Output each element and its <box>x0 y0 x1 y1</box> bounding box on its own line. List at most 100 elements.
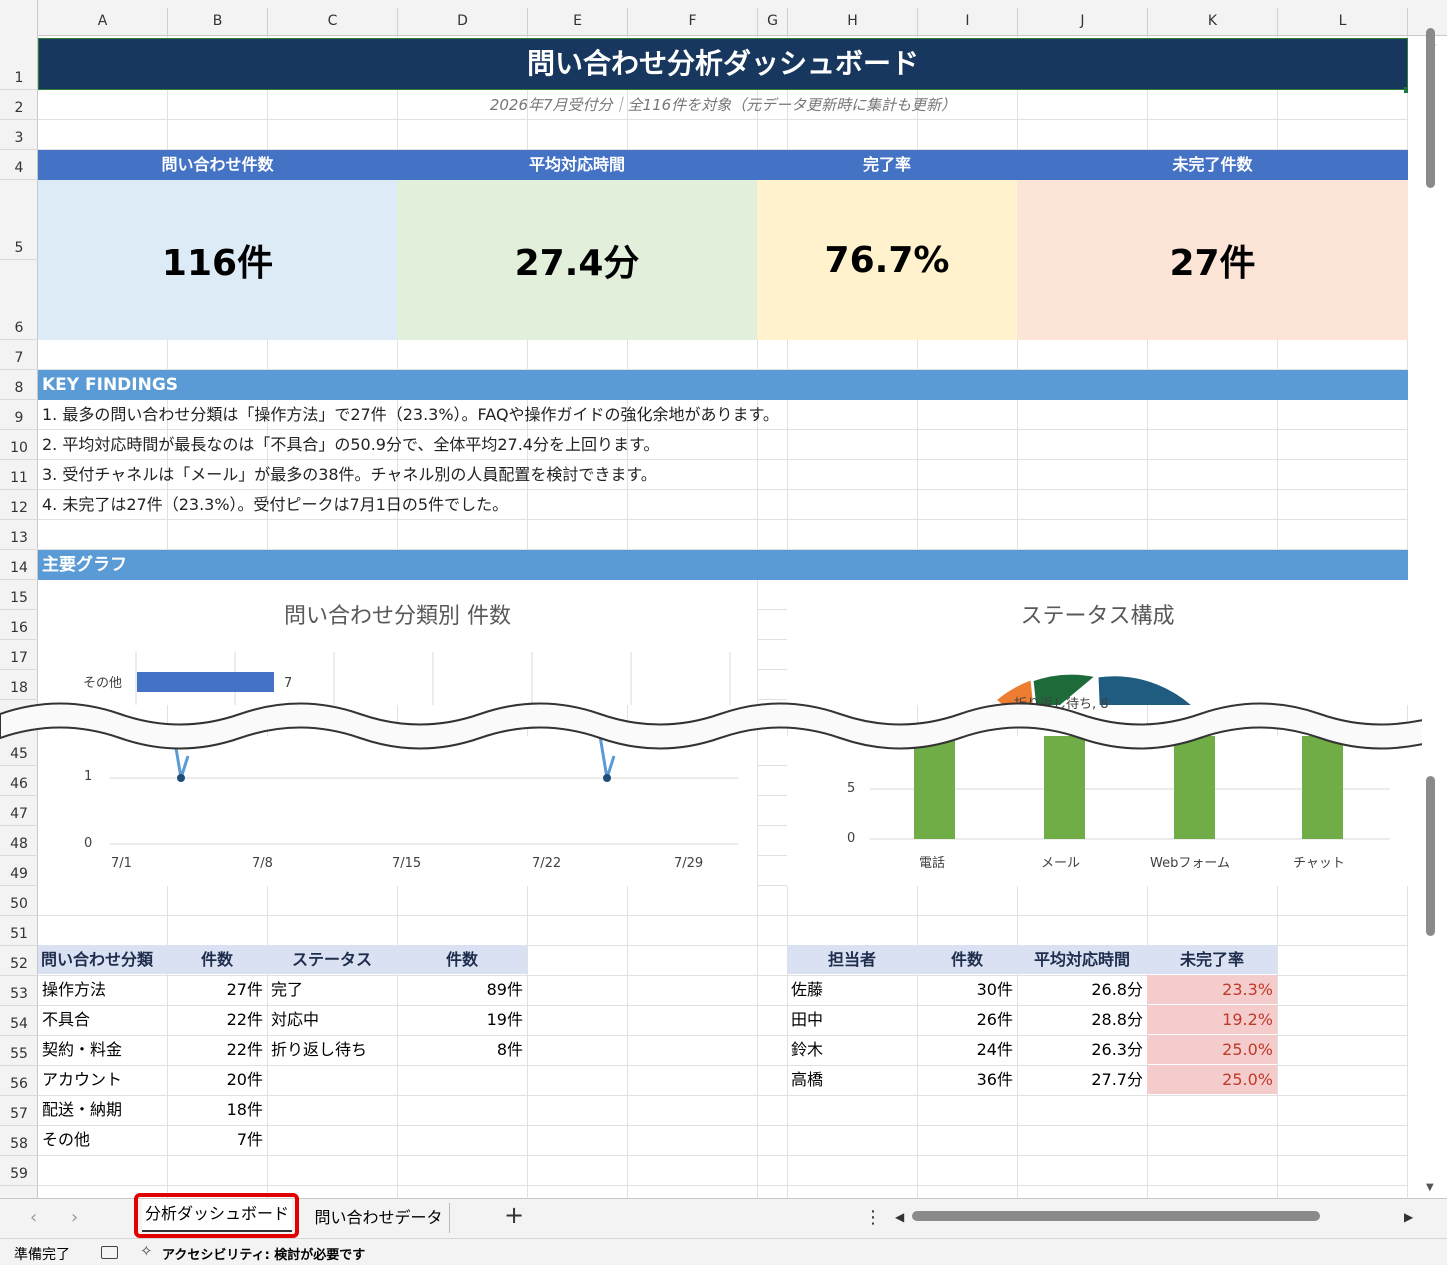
column-header-f[interactable]: F <box>628 8 758 36</box>
category-count-cell[interactable]: 22件 <box>167 1035 267 1064</box>
row-header-55[interactable]: 55 <box>0 1036 38 1066</box>
category-cell[interactable]: その他 <box>38 1125 167 1154</box>
category-cell[interactable]: アカウント <box>38 1065 167 1094</box>
column-header-g[interactable]: G <box>758 8 788 36</box>
row-header-16[interactable]: 16 <box>0 610 38 640</box>
accessibility-icon[interactable]: ✧ <box>140 1242 153 1260</box>
chevron-left-icon[interactable]: ‹ <box>30 1207 37 1228</box>
row-header-52[interactable]: 52 <box>0 946 38 976</box>
status-cell[interactable]: 対応中 <box>267 1005 397 1034</box>
row-header-57[interactable]: 57 <box>0 1096 38 1126</box>
select-all-corner[interactable] <box>0 0 38 36</box>
owner-cell[interactable]: 鈴木 <box>787 1035 917 1064</box>
scroll-thumb-bottom[interactable] <box>1426 776 1435 936</box>
row-header-13[interactable]: 13 <box>0 520 38 550</box>
column-header-k[interactable]: K <box>1148 8 1278 36</box>
scroll-right-icon[interactable]: ▶ <box>1404 1210 1413 1224</box>
category-count-cell[interactable]: 27件 <box>167 975 267 1004</box>
column-header-a[interactable]: A <box>38 8 168 36</box>
owner-incomplete-rate-cell[interactable]: 19.2% <box>1147 1005 1277 1034</box>
column-header-h[interactable]: H <box>788 8 918 36</box>
row-header-2[interactable]: 2 <box>0 90 38 120</box>
row-header-7[interactable]: 7 <box>0 340 38 370</box>
row-header-6[interactable]: 6 <box>0 260 38 340</box>
row-header-9[interactable]: 9 <box>0 400 38 430</box>
scroll-thumb-top[interactable] <box>1426 28 1435 188</box>
status-cell[interactable]: 折り返し待ち <box>267 1035 397 1064</box>
status-accessibility[interactable]: アクセシビリティ: 検討が必要です <box>162 1244 365 1263</box>
sheet-break-indicator <box>0 702 1447 750</box>
category-chart-top[interactable]: 問い合わせ分類別 件数 その他 7 <box>38 580 757 705</box>
worksheet-grid[interactable]: 問い合わせ分析ダッシュボード 2026年7月受付分｜全116件を対象（元データ更… <box>38 36 1408 1198</box>
column-header-c[interactable]: C <box>268 8 398 36</box>
row-header-51[interactable]: 51 <box>0 916 38 946</box>
status-chart-top[interactable]: ステータス構成 折り返し待ち, 8 <box>787 580 1408 712</box>
category-count-cell[interactable]: 22件 <box>167 1005 267 1034</box>
column-header-e[interactable]: E <box>528 8 628 36</box>
status-count-cell[interactable]: 8件 <box>397 1035 527 1064</box>
column-header-l[interactable]: L <box>1278 8 1408 36</box>
chevron-right-icon[interactable]: › <box>71 1207 78 1228</box>
owner-avg-time-cell[interactable]: 26.8分 <box>1017 975 1147 1004</box>
row-header-58[interactable]: 58 <box>0 1126 38 1156</box>
scroll-left-icon[interactable]: ◀ <box>895 1210 904 1224</box>
owner-count-cell[interactable]: 24件 <box>917 1035 1017 1064</box>
channel-xtick-chat: チャット <box>1293 856 1345 871</box>
tab-data[interactable]: 問い合わせデータ <box>308 1203 450 1233</box>
row-header-8[interactable]: 8 <box>0 370 38 400</box>
tab-dashboard[interactable]: 分析ダッシュボード <box>142 1199 292 1232</box>
row-header-46[interactable]: 46 <box>0 766 38 796</box>
row-header-5[interactable]: 5 <box>0 180 38 260</box>
status-cell[interactable]: 完了 <box>267 975 397 1004</box>
row-header-10[interactable]: 10 <box>0 430 38 460</box>
add-sheet-button[interactable]: + <box>504 1201 524 1229</box>
owner-incomplete-rate-cell[interactable]: 25.0% <box>1147 1035 1277 1064</box>
row-header-14[interactable]: 14 <box>0 550 38 580</box>
category-count-cell[interactable]: 20件 <box>167 1065 267 1094</box>
owner-incomplete-rate-cell[interactable]: 23.3% <box>1147 975 1277 1004</box>
row-header-18[interactable]: 18 <box>0 670 38 700</box>
vertical-scrollbar[interactable]: ▲ ▼ <box>1422 28 1447 1198</box>
owner-avg-time-cell[interactable]: 26.3分 <box>1017 1035 1147 1064</box>
owner-count-cell[interactable]: 26件 <box>917 1005 1017 1034</box>
row-header-1[interactable]: 1 <box>0 36 38 90</box>
status-count-cell[interactable]: 89件 <box>397 975 527 1004</box>
column-header-i[interactable]: I <box>918 8 1018 36</box>
owner-cell[interactable]: 高橋 <box>787 1065 917 1094</box>
column-header-j[interactable]: J <box>1018 8 1148 36</box>
status-count-cell[interactable]: 19件 <box>397 1005 527 1034</box>
row-header-49[interactable]: 49 <box>0 856 38 886</box>
column-header-d[interactable]: D <box>398 8 528 36</box>
category-cell[interactable]: 不具合 <box>38 1005 167 1034</box>
category-cell[interactable]: 配送・納期 <box>38 1095 167 1124</box>
row-header-59[interactable]: 59 <box>0 1156 38 1186</box>
more-options-icon[interactable]: ⋮ <box>864 1207 882 1228</box>
row-header-17[interactable]: 17 <box>0 640 38 670</box>
owner-count-cell[interactable]: 30件 <box>917 975 1017 1004</box>
owner-incomplete-rate-cell[interactable]: 25.0% <box>1147 1065 1277 1094</box>
row-header-54[interactable]: 54 <box>0 1006 38 1036</box>
row-header-48[interactable]: 48 <box>0 826 38 856</box>
category-cell[interactable]: 契約・料金 <box>38 1035 167 1064</box>
row-header-12[interactable]: 12 <box>0 490 38 520</box>
category-cell[interactable]: 操作方法 <box>38 975 167 1004</box>
row-header-3[interactable]: 3 <box>0 120 38 150</box>
owner-count-cell[interactable]: 36件 <box>917 1065 1017 1094</box>
owner-avg-time-cell[interactable]: 28.8分 <box>1017 1005 1147 1034</box>
scroll-down-icon[interactable]: ▼ <box>1426 1182 1434 1193</box>
owner-cell[interactable]: 田中 <box>787 1005 917 1034</box>
category-count-cell[interactable]: 18件 <box>167 1095 267 1124</box>
row-header-56[interactable]: 56 <box>0 1066 38 1096</box>
owner-avg-time-cell[interactable]: 27.7分 <box>1017 1065 1147 1094</box>
macro-record-icon[interactable] <box>101 1246 118 1259</box>
category-count-cell[interactable]: 7件 <box>167 1125 267 1154</box>
row-header-4[interactable]: 4 <box>0 150 38 180</box>
row-header-50[interactable]: 50 <box>0 886 38 916</box>
row-header-47[interactable]: 47 <box>0 796 38 826</box>
row-header-15[interactable]: 15 <box>0 580 38 610</box>
row-header-11[interactable]: 11 <box>0 460 38 490</box>
owner-cell[interactable]: 佐藤 <box>787 975 917 1004</box>
horizontal-scrollbar[interactable] <box>912 1211 1320 1221</box>
row-header-53[interactable]: 53 <box>0 976 38 1006</box>
column-header-b[interactable]: B <box>168 8 268 36</box>
